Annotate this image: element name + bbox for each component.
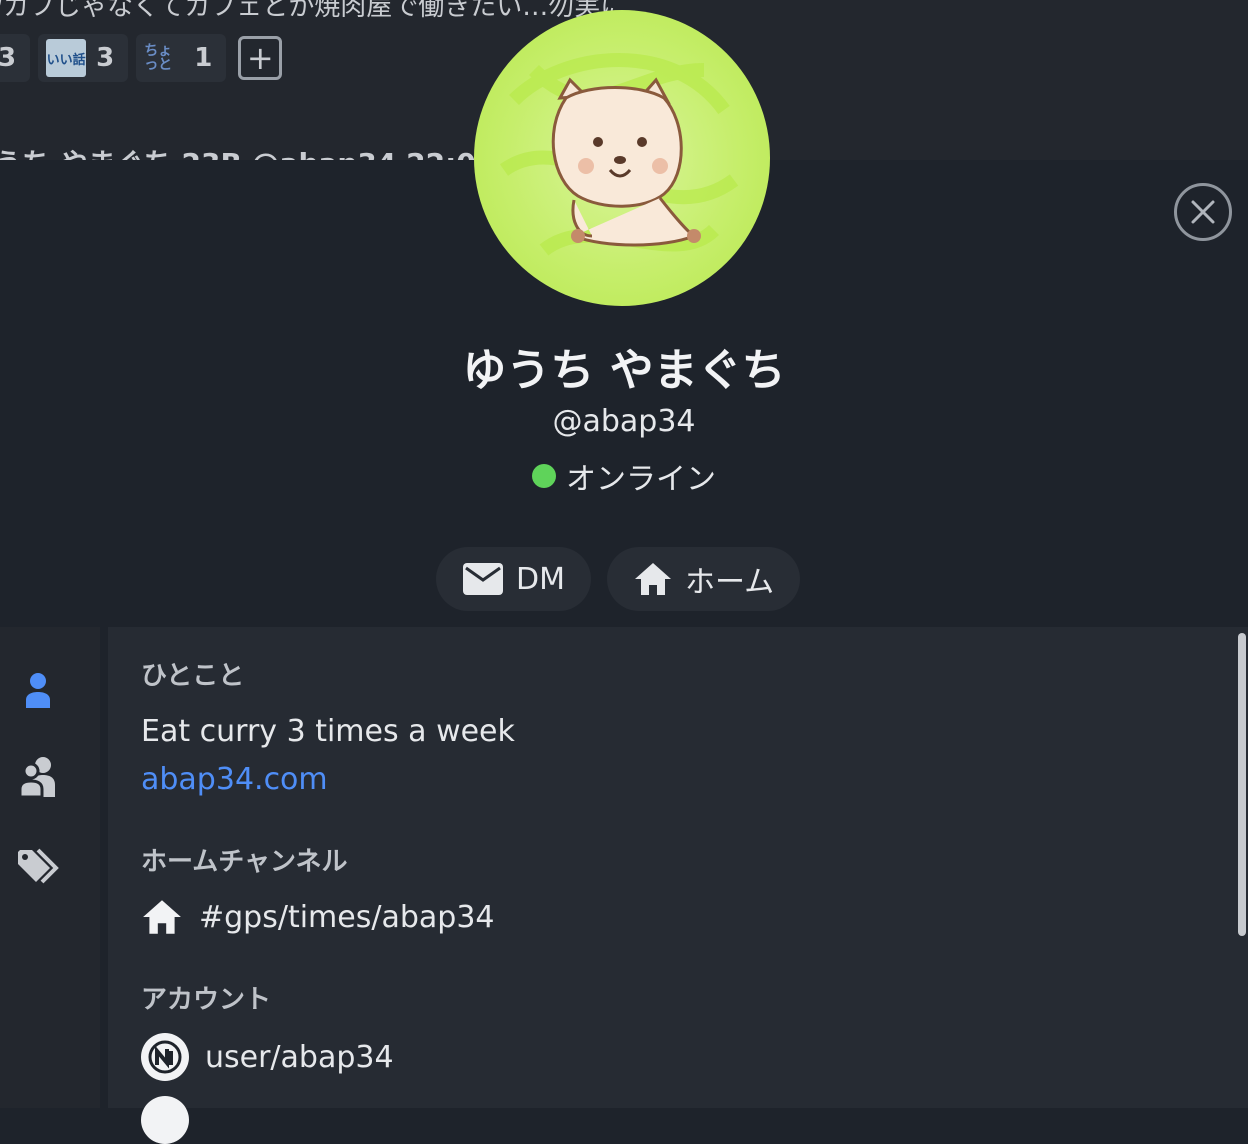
home-label: ホーム <box>684 565 775 600</box>
bio-text: Eat curry 3 times a week <box>141 714 515 749</box>
profile-actions: DM ホーム <box>436 547 801 611</box>
tags-icon <box>18 848 59 884</box>
close-button[interactable] <box>1174 183 1232 241</box>
stamp-item[interactable]: 3 <box>0 34 31 82</box>
avatar <box>474 10 770 306</box>
tab-profile[interactable] <box>16 669 60 713</box>
tab-groups[interactable] <box>16 755 60 799</box>
home-icon <box>634 563 671 595</box>
chat-author-line: うち やまぐち 23B @abap34 22:01 <box>0 142 495 160</box>
stamp-item[interactable]: いい話 3 <box>38 34 129 82</box>
dm-button[interactable]: DM <box>436 547 591 611</box>
service-logo-icon <box>141 1096 189 1144</box>
add-stamp-button[interactable]: + <box>238 36 283 80</box>
online-status: オンライン <box>0 454 1248 498</box>
person-icon <box>26 673 50 708</box>
stamp-image: ちょっと <box>144 43 173 73</box>
dm-label: DM <box>516 561 565 597</box>
status-text: オンライン <box>566 462 716 497</box>
home-button[interactable]: ホーム <box>606 547 801 611</box>
home-channel-name: #gps/times/abap34 <box>199 899 495 935</box>
profile-tab-bar <box>0 627 100 1108</box>
stamp-count: 1 <box>194 43 213 73</box>
chat-message-text: ｿカフじゃなくてカフェとか焼肉屋で働きたい…勿実に <box>0 0 627 22</box>
stamp-count: 3 <box>0 43 17 73</box>
home-icon <box>143 900 181 934</box>
accounts-section-title: アカウント <box>141 985 272 1015</box>
shiba-dog-avatar-icon <box>499 53 739 256</box>
user-handle: @abap34 <box>552 404 696 439</box>
close-icon <box>1191 200 1215 224</box>
group-icon <box>18 757 55 799</box>
home-channel-link[interactable]: #gps/times/abap34 <box>141 898 495 936</box>
bio-section-title: ひとこと <box>141 661 245 691</box>
display-name: ゆうち やまぐち <box>462 345 786 396</box>
bio-link[interactable]: abap34.com <box>141 762 328 797</box>
home-channel-section-title: ホームチャンネル <box>141 847 348 877</box>
service-logo-icon <box>141 1033 189 1081</box>
account-name: user/abap34 <box>205 1039 394 1075</box>
tab-tags[interactable] <box>16 845 60 889</box>
stamp-row: 3 いい話 3 ちょっと 1 + <box>0 34 283 82</box>
account-item[interactable]: user/abap34 <box>141 1033 394 1081</box>
stamp-count: 3 <box>96 43 115 73</box>
stamp-item[interactable]: ちょっと 1 <box>136 34 227 82</box>
mail-icon <box>463 563 503 595</box>
stamp-image: いい話 <box>46 39 87 77</box>
scrollbar[interactable] <box>1238 633 1246 936</box>
online-dot-icon <box>532 464 556 488</box>
